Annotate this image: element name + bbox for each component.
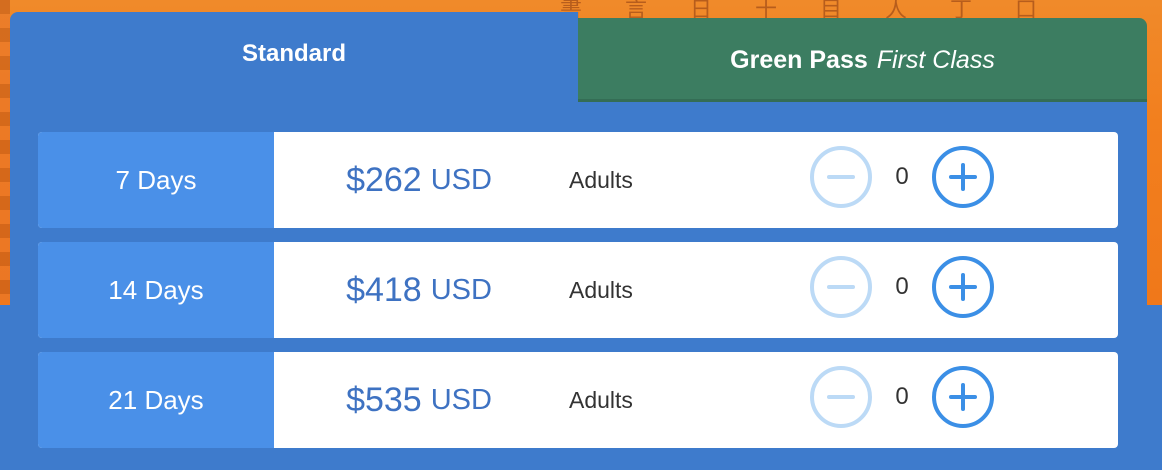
price-amount: $262 [346,160,422,199]
price-currency: USD [430,383,492,416]
tab-green-pass-label: Green Pass [730,45,868,74]
increase-button[interactable] [932,146,994,208]
quantity-value: 0 [895,383,909,410]
decrease-button[interactable] [810,256,872,318]
quantity-value: 0 [895,163,909,190]
increase-button[interactable] [932,256,994,318]
quantity-stepper: 0 [810,366,1010,434]
decrease-button[interactable] [810,366,872,428]
pass-price: $418 USD [274,242,564,338]
tab-green-pass[interactable]: Green Pass First Class [578,18,1147,102]
passenger-category: Adults [569,386,633,413]
tab-green-pass-sublabel: First Class [876,45,995,74]
tab-standard[interactable]: Standard [10,12,578,104]
quantity-stepper: 0 [810,256,1010,324]
pass-duration: 7 Days [38,132,274,228]
passenger-category: Adults [569,276,633,303]
background-calligraphy-strip [0,0,10,300]
pass-price: $535 USD [274,352,564,448]
passenger-category: Adults [569,166,633,193]
pass-price: $262 USD [274,132,564,228]
pass-type-tabs: Standard Green Pass First Class [10,12,1147,104]
pass-duration: 14 Days [38,242,274,338]
pass-duration: 21 Days [38,352,274,448]
price-currency: USD [430,273,492,306]
increase-button[interactable] [932,366,994,428]
price-currency: USD [430,163,492,196]
price-amount: $418 [346,270,422,309]
page: 書 言 日 十 目 人 丁 口 Standard Green Pass Firs… [0,0,1162,470]
quantity-stepper: 0 [810,146,1010,214]
pass-card: Standard Green Pass First Class 7 Days $… [10,12,1147,470]
decrease-button[interactable] [810,146,872,208]
quantity-value: 0 [895,273,909,300]
price-amount: $535 [346,380,422,419]
pass-row: 21 Days $535 USD Adults 0 [38,352,1118,448]
pass-row: 14 Days $418 USD Adults 0 [38,242,1118,338]
pass-list: 7 Days $262 USD Adults 0 14 Days $418 US… [10,102,1147,470]
tab-standard-label: Standard [241,40,346,67]
pass-row: 7 Days $262 USD Adults 0 [38,132,1118,228]
